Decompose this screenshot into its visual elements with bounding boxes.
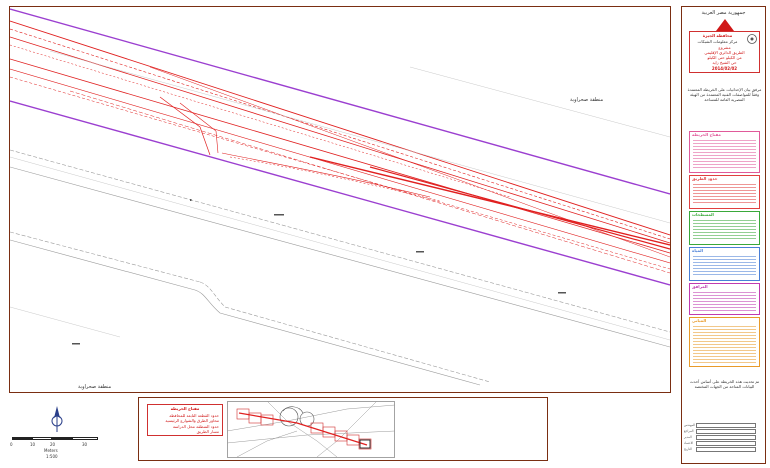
warning-triangle-icon <box>716 19 734 31</box>
project-date: 2014/02/02 <box>711 66 738 71</box>
scale-tick-3: 30 <box>82 442 88 447</box>
signature-label-1: المهندس <box>684 423 696 427</box>
legend-blue-title: المياه <box>692 248 704 253</box>
title-block: جمهورية مصر العربية محافظة الجيزة مركز م… <box>681 6 766 464</box>
emblem-icon <box>747 34 757 44</box>
signature-label-5: التاريخ <box>684 447 692 451</box>
overview-map <box>227 401 395 458</box>
legend-magenta: المرافق <box>689 283 760 315</box>
signature-row-1 <box>696 423 756 428</box>
map-label-bottom: منطقة صحراوية <box>78 384 112 390</box>
north-arrow-icon <box>51 406 63 432</box>
legend-orange-title: المباني <box>692 318 707 323</box>
map-label-top: منطقة صحراوية <box>570 97 604 103</box>
signature-label-4: الاعتماد <box>684 441 694 445</box>
authority-name: محافظة الجيزة <box>702 33 733 38</box>
project-line-4: حي الشيخ زايد <box>712 60 737 65</box>
signature-row-5 <box>696 447 756 452</box>
boundary-line-bottom <box>10 100 670 286</box>
signature-row-4 <box>696 441 756 446</box>
line-markers <box>72 199 566 345</box>
signature-row-3 <box>696 435 756 440</box>
map-frame[interactable]: منطقة صحراوية منطقة صحراوية <box>9 6 671 393</box>
map-canvas[interactable]: منطقة صحراوية منطقة صحراوية <box>10 7 670 392</box>
title-block-footer-notes: تم تحديث هذه الخريطة على أساس أحدث البيا… <box>689 379 760 389</box>
scale-tick-1: 10 <box>30 442 36 447</box>
road-lines <box>10 20 670 274</box>
legend-pink-title: مفتاح الخريطة <box>692 132 721 137</box>
legend-pink: مفتاح الخريطة <box>689 131 760 173</box>
legend-blue: المياه <box>689 247 760 281</box>
overview-legend-line-4: مسار الطريق <box>196 429 219 434</box>
signature-row-2 <box>696 429 756 434</box>
legend-green: المسطحات <box>689 211 760 245</box>
title-block-header: جمهورية مصر العربية <box>701 10 746 16</box>
signature-label-2: المراجع <box>684 429 694 433</box>
overview-legend-title: مفتاح الخريطة <box>170 406 200 411</box>
title-block-notes: مرفق بيان الإحداثيات على الخريطة المعتمد… <box>687 87 762 102</box>
scale-tick-0: 0 <box>10 442 13 447</box>
overview-legend-line-2: محاور الطرق والشوارع الرئيسية <box>165 418 219 423</box>
legend-red: حدود الطريق <box>689 175 760 209</box>
overview-legend: مفتاح الخريطة حدود القطعة التابعة للمحاف… <box>147 404 223 436</box>
legend-green-title: المسطحات <box>692 212 714 217</box>
legend-orange: المباني <box>689 317 760 367</box>
scale-unit: Meters <box>44 448 58 453</box>
signature-label-3: المدير <box>684 435 692 439</box>
legend-magenta-title: المرافق <box>692 284 708 289</box>
scale-ratio: 1:500 <box>46 454 58 459</box>
legend-red-title: حدود الطريق <box>692 176 718 181</box>
scale-bar <box>12 436 102 442</box>
scale-tick-2: 20 <box>50 442 56 447</box>
department-name: مركز معلومات الشبكات <box>697 39 738 44</box>
authority-box: محافظة الجيزة مركز معلومات الشبكات مشروع… <box>689 31 760 73</box>
overview-frame[interactable]: مفتاح الخريطة حدود القطعة التابعة للمحاف… <box>138 397 548 461</box>
